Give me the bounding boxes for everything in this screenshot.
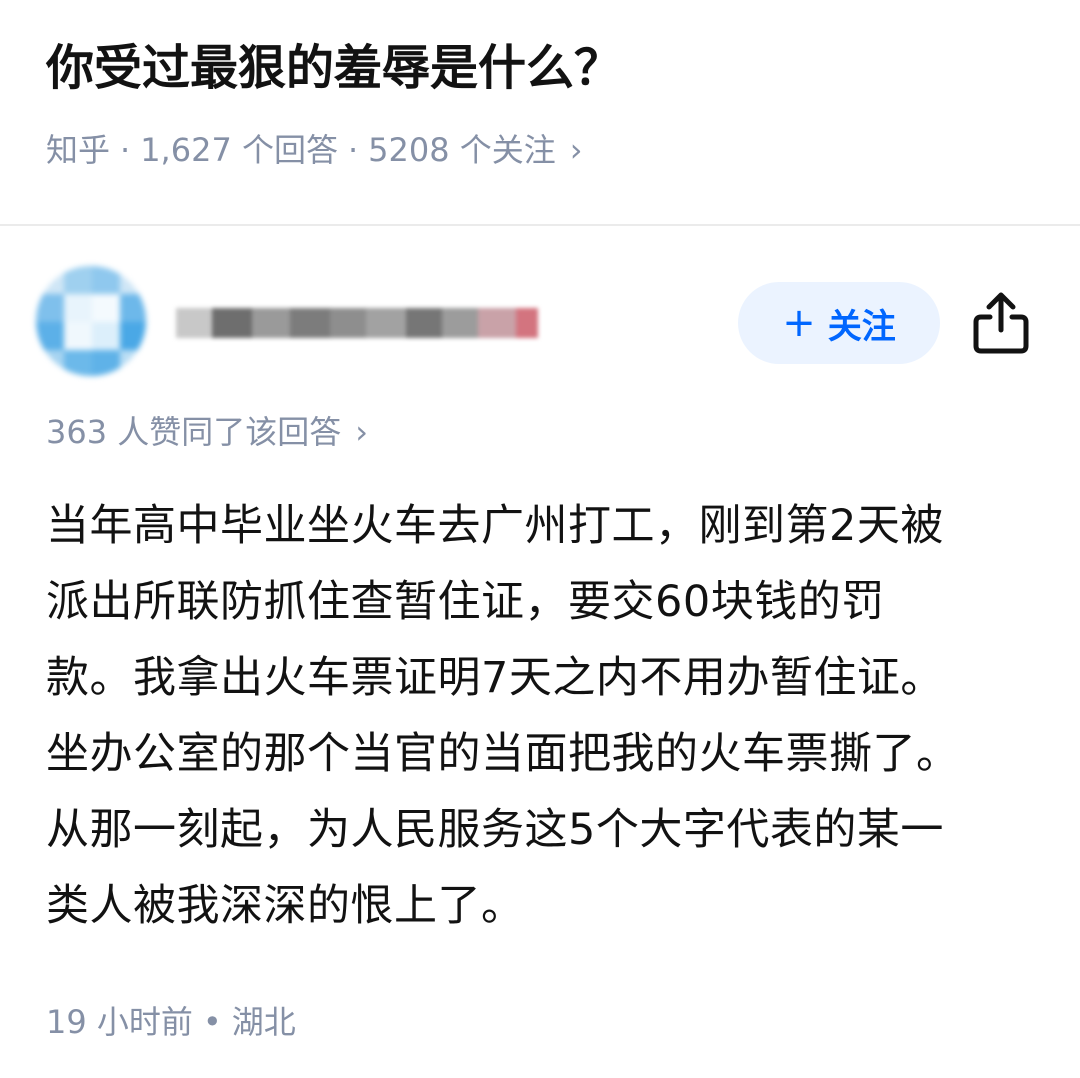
answer-body: 当年高中毕业坐火车去广州打工，刚到第2天被 派出所联防抓住查暂住证，要交60块钱… bbox=[46, 488, 1042, 944]
post-time: 19 小时前 bbox=[46, 1003, 193, 1041]
vote-count[interactable]: 363 人赞同了该回答 › bbox=[46, 406, 368, 458]
meta-separator: · bbox=[120, 131, 131, 169]
answer-count: 1,627 个回答 bbox=[140, 131, 338, 169]
answer-line: 坐办公室的那个当官的当面把我的火车票撕了。 bbox=[46, 729, 960, 779]
follow-button[interactable]: + 关注 bbox=[738, 282, 940, 364]
answer-line: 类人被我深深的恨上了。 bbox=[46, 881, 525, 931]
question-meta[interactable]: 知乎 · 1,627 个回答 · 5208 个关注 › bbox=[46, 124, 583, 176]
answer-line: 从那一刻起，为人民服务这5个大字代表的某一 bbox=[46, 805, 944, 855]
chevron-right-icon: › bbox=[569, 131, 583, 169]
share-icon[interactable] bbox=[970, 290, 1032, 356]
question-title[interactable]: 你受过最狠的羞辱是什么？ bbox=[46, 36, 622, 100]
avatar[interactable] bbox=[36, 266, 146, 376]
plus-icon: + bbox=[782, 300, 816, 346]
footer-separator: • bbox=[202, 1003, 222, 1041]
post-location: 湖北 bbox=[231, 1003, 296, 1041]
author-name-blurred[interactable] bbox=[176, 302, 556, 346]
answer-footer: 19 小时前 • 湖北 bbox=[46, 996, 296, 1048]
meta-separator: · bbox=[347, 131, 359, 169]
source-label: 知乎 bbox=[46, 131, 111, 169]
question-header: 你受过最狠的羞辱是什么？ 知乎 · 1,627 个回答 · 5208 个关注 › bbox=[0, 0, 1080, 226]
follow-label: 关注 bbox=[827, 306, 896, 347]
answer-line: 派出所联防抓住查暂住证，要交60块钱的罚 bbox=[46, 577, 885, 627]
follower-count: 5208 个关注 bbox=[368, 131, 556, 169]
vote-count-label: 363 人赞同了该回答 bbox=[46, 413, 342, 451]
chevron-right-icon: › bbox=[355, 413, 369, 451]
answer-line: 款。我拿出火车票证明7天之内不用办暂住证。 bbox=[46, 653, 944, 703]
answer-line: 当年高中毕业坐火车去广州打工，刚到第2天被 bbox=[46, 501, 944, 551]
author-row: + 关注 bbox=[0, 262, 1080, 382]
